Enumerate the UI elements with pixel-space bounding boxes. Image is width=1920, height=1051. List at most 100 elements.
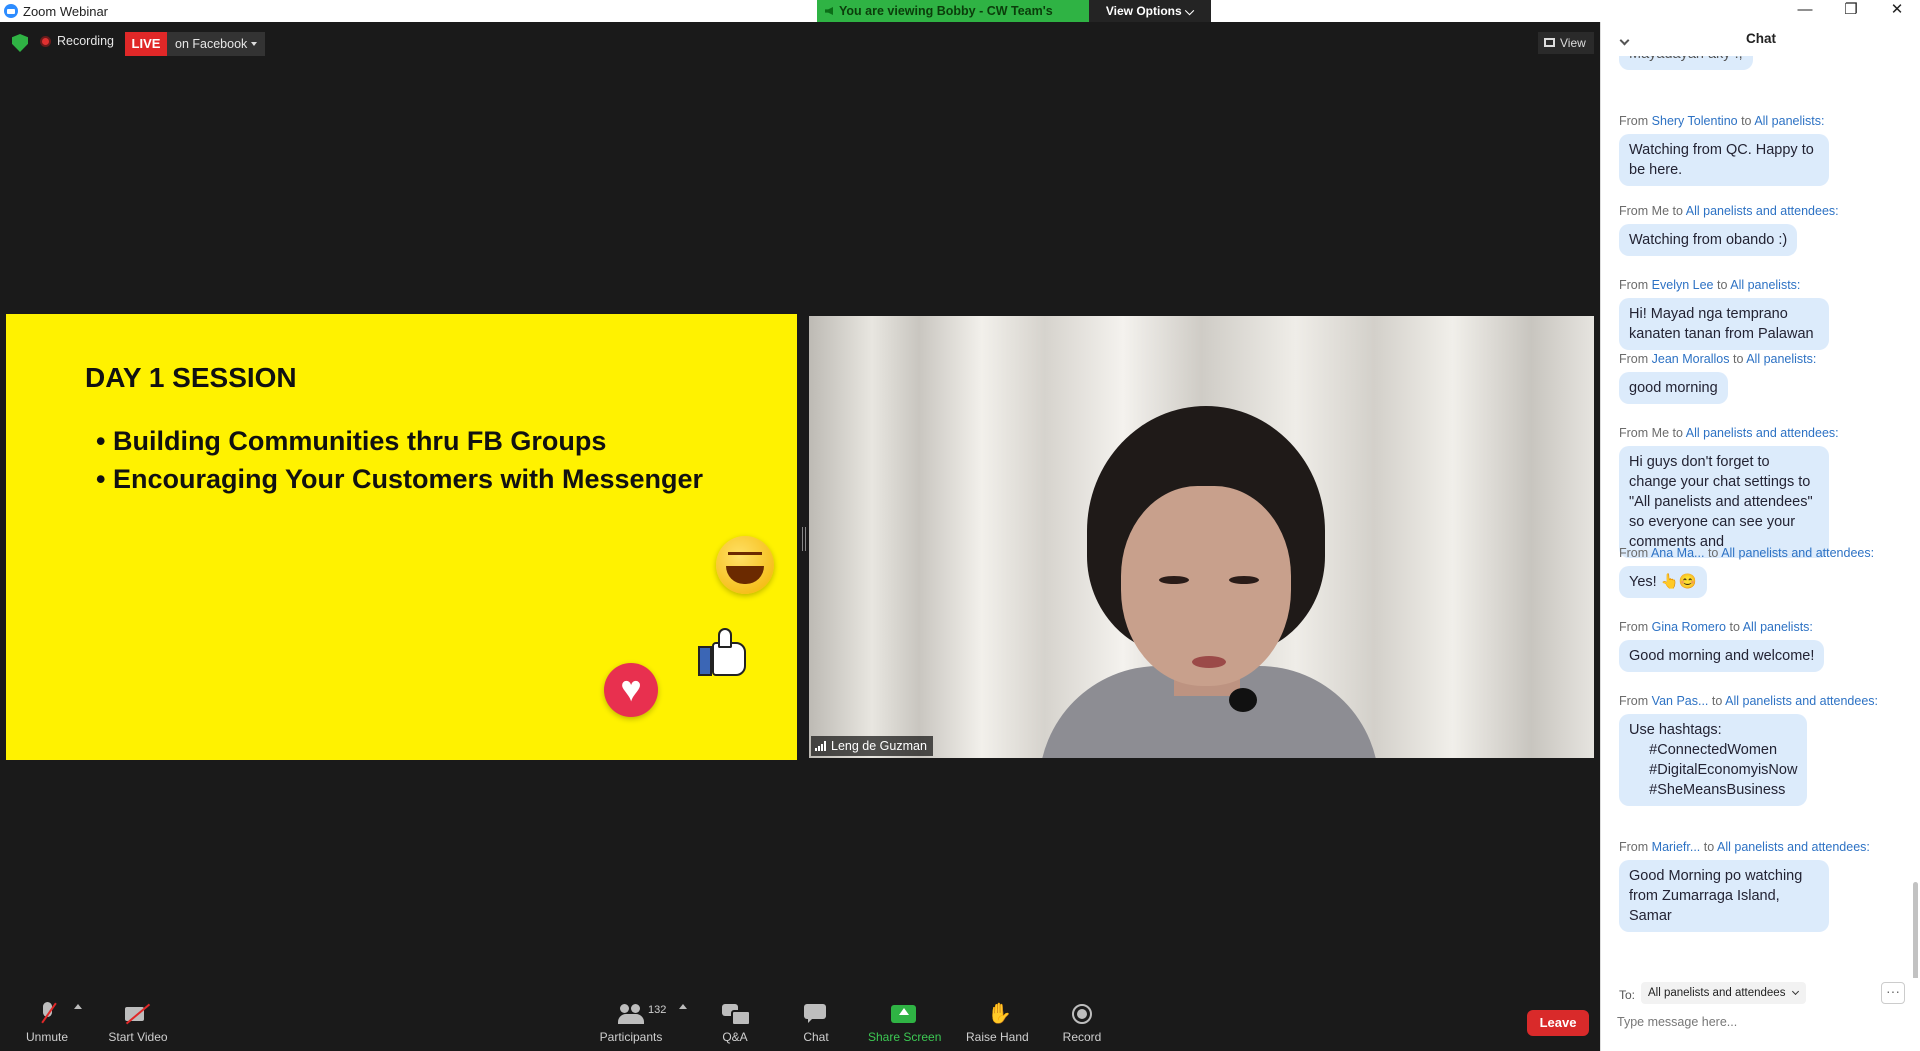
message-sender[interactable]: Ana Ma...	[1651, 546, 1705, 560]
message-sender[interactable]: Evelyn Lee	[1652, 278, 1714, 292]
message-recipient: All panelists:	[1746, 352, 1817, 366]
list-item: Mayadayan aky !,	[1619, 56, 1909, 70]
speaker-icon	[825, 7, 833, 15]
to-word: to	[1672, 426, 1683, 440]
message-bubble: Mayadayan aky !,	[1619, 56, 1753, 70]
message-bubble: Use hashtags: #ConnectedWomen #DigitalEc…	[1619, 714, 1808, 806]
close-button[interactable]: ✕	[1874, 0, 1920, 22]
laughing-emoji-icon	[716, 536, 774, 594]
zoom-webinar-window: Zoom Webinar You are viewing Bobby - CW …	[0, 0, 1920, 1051]
from-word: From	[1619, 694, 1649, 708]
zoom-logo-icon	[4, 4, 18, 18]
from-word: From	[1619, 278, 1649, 292]
to-word: to	[1732, 352, 1744, 366]
message-meta: From Ana Ma... to All panelists and atte…	[1619, 546, 1909, 560]
message-meta: From Gina Romero to All panelists:	[1619, 620, 1909, 634]
message-bubble: good morning	[1619, 372, 1728, 404]
audio-options-caret-icon[interactable]	[74, 1004, 82, 1009]
participant-count: 132	[648, 1004, 667, 1016]
slide-bullet: • Encouraging Your Customers with Messen…	[96, 464, 704, 494]
from-word: From	[1619, 546, 1649, 560]
list-item: From Ana Ma... to All panelists and atte…	[1619, 546, 1909, 598]
qa-icon	[722, 1002, 751, 1026]
meeting-toolbar: Unmute Start Video Participants 132 Q&A …	[0, 992, 1600, 1051]
from-word: From	[1619, 114, 1649, 128]
message-recipient: All panelists and attendees:	[1721, 546, 1875, 560]
participant-name: Leng de Guzman	[831, 739, 927, 753]
qa-label: Q&A	[722, 1030, 748, 1044]
message-recipient: All panelists:	[1742, 620, 1813, 634]
view-button[interactable]: View	[1538, 32, 1594, 54]
message-bubble: Watching from QC. Happy to be here.	[1619, 134, 1829, 186]
share-screen-icon	[891, 1002, 917, 1026]
message-sender: Me	[1651, 204, 1670, 218]
qa-button[interactable]: Q&A	[720, 1002, 751, 1044]
chevron-down-icon	[1791, 987, 1800, 996]
participants-icon	[618, 1002, 644, 1026]
raise-hand-button[interactable]: ✋ Raise Hand	[966, 1002, 1029, 1044]
chat-icon	[804, 1002, 828, 1026]
message-sender[interactable]: Jean Morallos	[1652, 352, 1730, 366]
viewing-banner: You are viewing Bobby - CW Team's screen…	[817, 0, 1211, 40]
message-sender[interactable]: Van Pas...	[1652, 694, 1709, 708]
unmute-label: Unmute	[25, 1030, 69, 1044]
chat-message-input[interactable]	[1617, 1010, 1905, 1034]
message-recipient: All panelists:	[1754, 114, 1825, 128]
message-sender[interactable]: Shery Tolentino	[1652, 114, 1738, 128]
chevron-down-icon[interactable]	[1619, 35, 1630, 46]
chat-scrollbar[interactable]	[1913, 882, 1918, 978]
list-item: From Shery Tolentino to All panelists: Wa…	[1619, 114, 1909, 186]
unmute-button[interactable]: Unmute	[22, 1002, 72, 1044]
message-recipient: All panelists and attendees:	[1685, 204, 1839, 218]
restore-button[interactable]: ❐	[1828, 0, 1874, 22]
window-title: Zoom Webinar	[23, 4, 109, 19]
chat-title: Chat	[1746, 31, 1776, 46]
message-meta: From Evelyn Lee to All panelists:	[1619, 278, 1909, 292]
to-word: to	[1711, 694, 1723, 708]
message-recipient: All panelists:	[1730, 278, 1801, 292]
start-video-button[interactable]: Start Video	[106, 1002, 170, 1044]
raise-hand-icon: ✋	[987, 1003, 1012, 1025]
from-word: From	[1619, 204, 1649, 218]
recording-dot-icon	[40, 35, 51, 47]
share-screen-label: Share Screen	[868, 1030, 942, 1044]
to-label: To:	[1619, 988, 1636, 1002]
participants-label: Participants	[599, 1030, 663, 1044]
recording-label: Recording	[57, 34, 114, 48]
split-resize-handle[interactable]	[802, 527, 806, 551]
message-bubble: Hi guys don't forget to change your chat…	[1619, 446, 1829, 558]
message-recipient: All panelists and attendees:	[1725, 694, 1879, 708]
raise-hand-label: Raise Hand	[966, 1030, 1029, 1044]
message-meta: From Me to All panelists and attendees:	[1619, 426, 1909, 440]
grid-view-icon	[1544, 38, 1555, 47]
chat-panel: Chat Mayadayan aky !, From Shery Tolenti…	[1600, 22, 1920, 1051]
encryption-shield-icon[interactable]	[12, 34, 28, 52]
message-sender[interactable]: Gina Romero	[1652, 620, 1726, 634]
minimize-button[interactable]: —	[1782, 0, 1828, 22]
title-bar: Zoom Webinar You are viewing Bobby - CW …	[0, 0, 1920, 40]
to-word: to	[1707, 546, 1719, 560]
chat-composer: To: All panelists and attendees ···	[1601, 978, 1920, 1051]
participants-options-caret-icon[interactable]	[679, 1004, 687, 1009]
live-stream-dropdown[interactable]: on Facebook	[167, 32, 265, 56]
message-sender[interactable]: Mariefr...	[1652, 840, 1701, 854]
more-options-button[interactable]: ···	[1881, 982, 1905, 1004]
list-item: From Me to All panelists and attendees: W…	[1619, 204, 1909, 256]
message-recipient: All panelists and attendees:	[1685, 426, 1839, 440]
recipient-select[interactable]: All panelists and attendees	[1641, 982, 1806, 1004]
message-bubble: Watching from obando :)	[1619, 224, 1798, 256]
view-options-button[interactable]: View Options ⌵	[1089, 0, 1211, 22]
to-word: to	[1703, 840, 1715, 854]
speaker-video: Leng de Guzman	[809, 316, 1594, 758]
shared-screen: DAY 1 SESSION • Building Communities thr…	[6, 314, 797, 760]
signal-strength-icon	[815, 741, 827, 751]
chat-button[interactable]: Chat	[800, 1002, 832, 1044]
message-bubble: Hi! Mayad nga temprano kanaten tanan fro…	[1619, 298, 1829, 350]
chat-message-list[interactable]: Mayadayan aky !, From Shery Tolentino to…	[1601, 56, 1920, 978]
record-button[interactable]: Record	[1062, 1002, 1102, 1044]
list-item: From Van Pas... to All panelists and att…	[1619, 694, 1909, 806]
leave-button[interactable]: Leave	[1527, 1010, 1589, 1036]
share-screen-button[interactable]: Share Screen	[868, 1002, 942, 1044]
list-item: From Evelyn Lee to All panelists: Hi! May…	[1619, 278, 1909, 350]
recording-indicator[interactable]: Recording	[40, 34, 114, 48]
